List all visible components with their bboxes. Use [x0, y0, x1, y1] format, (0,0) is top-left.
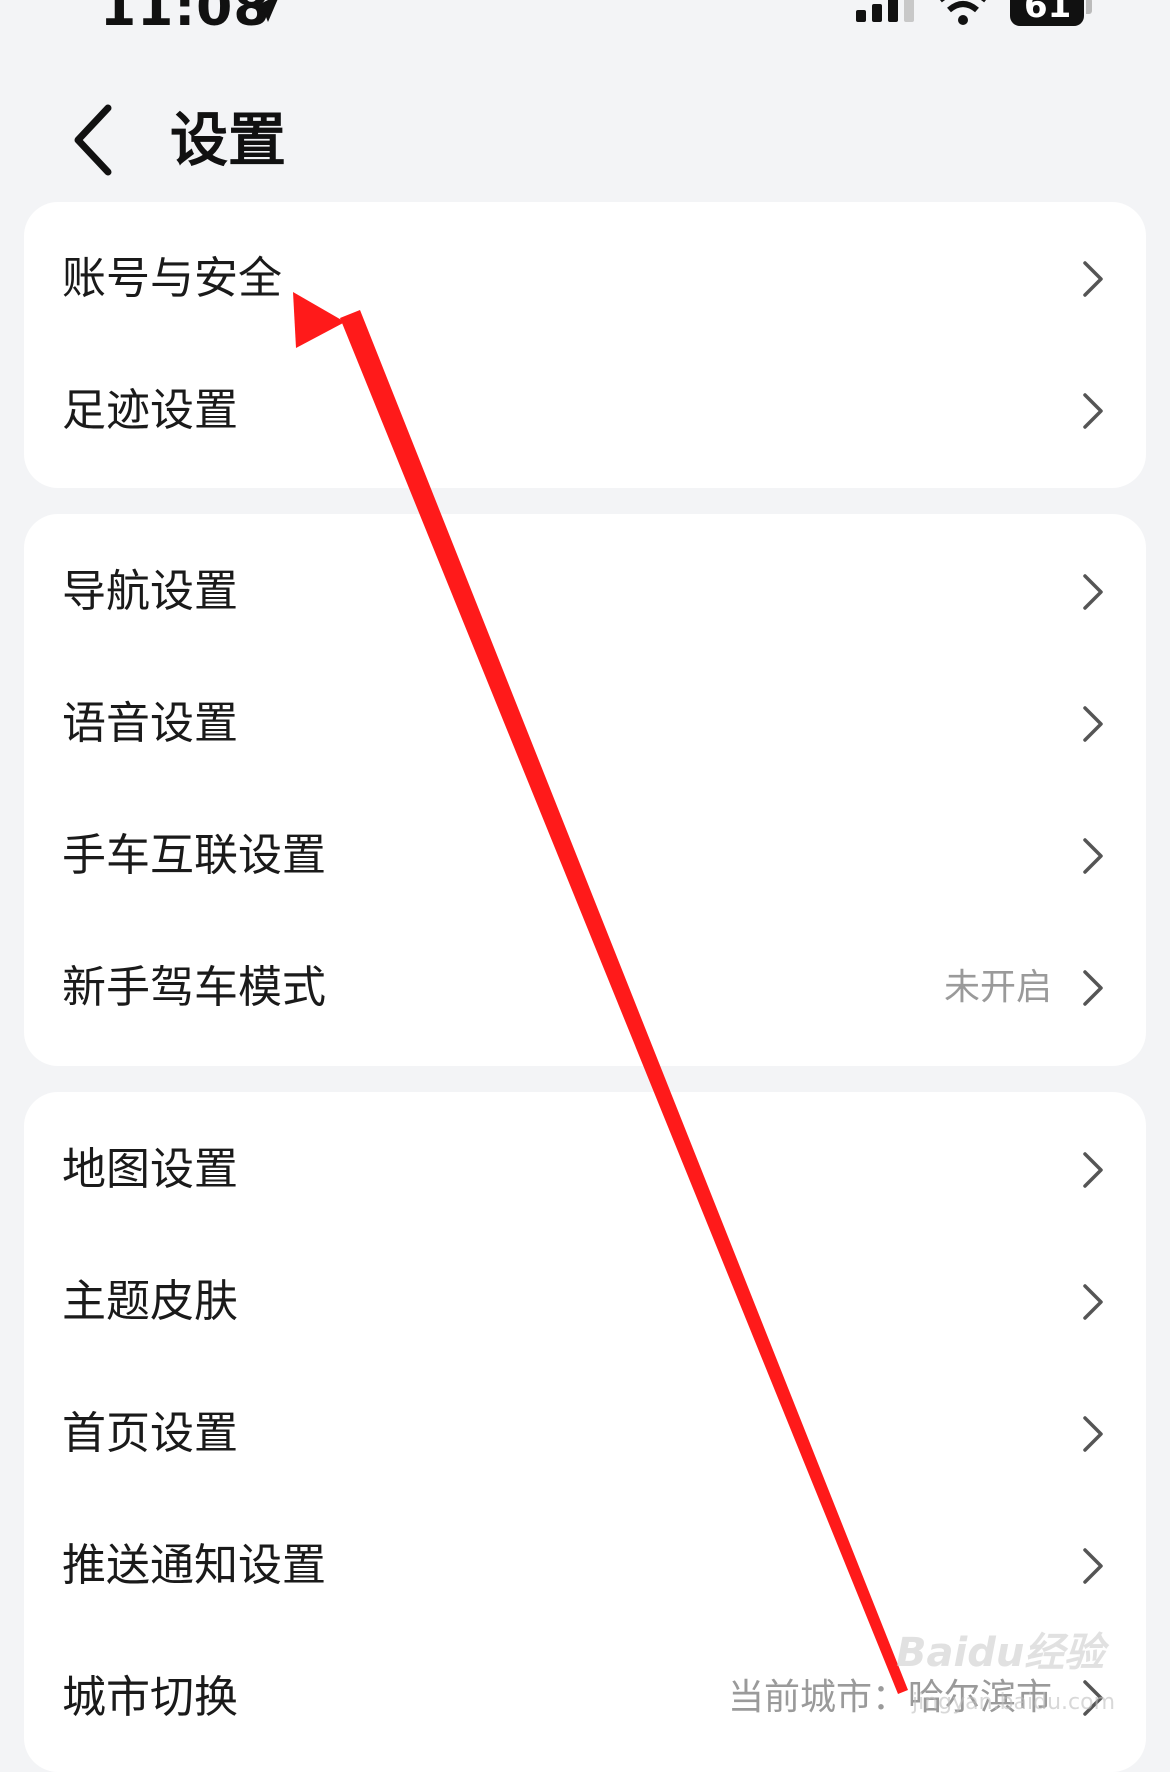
wifi-icon [940, 0, 986, 25]
settings-item-voice[interactable]: 语音设置 [24, 658, 1146, 790]
watermark-url: jingyan.baidu.com [912, 1690, 1116, 1715]
status-time: 11:08 [100, 0, 271, 38]
settings-item-label: 账号与安全 [62, 253, 282, 304]
settings-item-homepage[interactable]: 首页设置 [24, 1368, 1146, 1500]
settings-item-car-link[interactable]: 手车互联设置 [24, 790, 1146, 922]
chevron-right-icon [1083, 706, 1103, 742]
chevron-right-icon [1083, 838, 1103, 874]
settings-item-status: 未开启 [943, 967, 1052, 1008]
settings-item-label: 手车互联设置 [62, 830, 326, 881]
settings-item-label: 城市切换 [62, 1672, 238, 1723]
chevron-right-icon [1083, 393, 1103, 429]
battery-cap [1086, 0, 1092, 14]
settings-item-footprint[interactable]: 足迹设置 [24, 345, 1146, 477]
battery-icon: 61 [1010, 0, 1084, 26]
settings-item-map[interactable]: 地图设置 [24, 1104, 1146, 1236]
chevron-right-icon [1083, 970, 1103, 1006]
header: 设置 [0, 90, 1170, 190]
page-title: 设置 [170, 106, 287, 174]
chevron-right-icon [1083, 1152, 1103, 1188]
chevron-right-icon [1083, 261, 1103, 297]
settings-item-label: 推送通知设置 [62, 1540, 326, 1591]
settings-item-novice-driving[interactable]: 新手驾车模式 未开启 [24, 922, 1146, 1054]
status-bar: 11:08 61 [0, 0, 1170, 40]
watermark-logo: Baidu经验 [896, 1630, 1105, 1676]
settings-item-label: 新手驾车模式 [62, 962, 326, 1013]
settings-item-label: 地图设置 [62, 1144, 238, 1195]
chevron-right-icon [1083, 1284, 1103, 1320]
settings-group-account: 账号与安全 足迹设置 [24, 202, 1146, 488]
settings-item-theme[interactable]: 主题皮肤 [24, 1236, 1146, 1368]
chevron-right-icon [1083, 1416, 1103, 1452]
chevron-right-icon [1083, 574, 1103, 610]
location-arrow-icon [252, 0, 278, 22]
back-arrow-icon[interactable] [64, 100, 124, 180]
signal-icon [856, 0, 914, 22]
settings-item-label: 导航设置 [62, 566, 238, 617]
settings-item-label: 主题皮肤 [62, 1276, 238, 1327]
settings-item-label: 语音设置 [62, 698, 238, 749]
settings-item-label: 首页设置 [62, 1408, 238, 1459]
settings-item-account-security[interactable]: 账号与安全 [24, 213, 1146, 345]
chevron-right-icon [1083, 1548, 1103, 1584]
settings-item-label: 足迹设置 [62, 385, 238, 436]
settings-group-navigation: 导航设置 语音设置 手车互联设置 新手驾车模式 未开启 [24, 514, 1146, 1066]
settings-item-navigation[interactable]: 导航设置 [24, 526, 1146, 658]
settings-item-push-notification[interactable]: 推送通知设置 [24, 1500, 1146, 1632]
